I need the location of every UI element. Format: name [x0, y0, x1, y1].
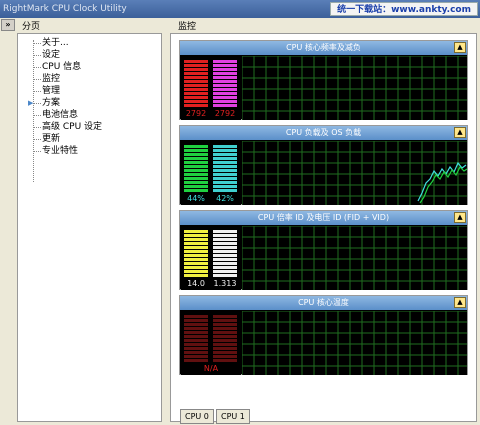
graph-frequency — [242, 56, 467, 120]
monitor-temperature-title: CPU 核心温度 — [298, 298, 349, 307]
monitor-panel: CPU 核心频率及减负 ▲ 2792 2792 CPU 负载及 OS 负载 ▲ … — [170, 33, 477, 424]
tree-item-profiles-label: 方案 — [42, 98, 61, 108]
window-title: RightMark CPU Clock Utility — [3, 4, 127, 14]
monitor-temperature: CPU 核心温度 ▲ N/A — [179, 295, 468, 375]
monitor-load-title: CPU 负载及 OS 负载 — [285, 128, 362, 137]
monitor-fid-vid-header: CPU 倍率 ID 及电压 ID (FID + VID) ▲ — [180, 211, 467, 225]
tree-item-pro-features[interactable]: 专业特性 — [33, 145, 78, 157]
tree-item-battery[interactable]: 电池信息 — [33, 109, 78, 121]
vid-value: 1.313 — [213, 279, 237, 288]
tab-cpu-1[interactable]: CPU 1 — [216, 409, 250, 424]
tab-cpu-0[interactable]: CPU 0 — [180, 409, 214, 424]
meter-temperature: N/A — [181, 311, 241, 375]
tree-item-about[interactable]: 关于... — [34, 37, 69, 49]
core-freq-a-value: 2792 — [185, 109, 207, 118]
core-freq-b-value: 2792 — [214, 109, 236, 118]
bar-temp-b — [213, 315, 237, 363]
tree-item-profiles[interactable]: ▶ 方案 — [28, 97, 61, 109]
tree-item-advanced-cpu[interactable]: 高级 CPU 设定 — [33, 121, 102, 133]
collapse-icon[interactable]: ▲ — [454, 297, 466, 308]
graph-temperature — [242, 311, 467, 375]
temperature-value: N/A — [203, 364, 219, 373]
os-load-value: 42% — [216, 194, 234, 203]
tree-item-manage[interactable]: 管理 — [33, 85, 60, 97]
meter-load: 44% 42% — [181, 141, 241, 205]
meter-frequency: 2792 2792 — [181, 56, 241, 120]
collapse-icon[interactable]: ▲ — [454, 212, 466, 223]
collapse-icon[interactable]: ▲ — [454, 42, 466, 53]
expand-arrow-icon[interactable]: ▶ — [28, 97, 33, 109]
bar-fid — [184, 230, 208, 278]
monitor-temperature-header: CPU 核心温度 ▲ — [180, 296, 467, 310]
pages-heading: 分页 — [22, 22, 41, 32]
tree-item-monitor[interactable]: 监控 — [33, 73, 60, 85]
collapse-panel-button[interactable]: » — [1, 19, 15, 31]
cpu-load-value: 44% — [187, 194, 205, 203]
bar-os-load — [213, 145, 237, 193]
meter-fid-vid: 14.0 1.313 — [181, 226, 241, 290]
monitor-load: CPU 负载及 OS 负载 ▲ 44% 42% — [179, 125, 468, 205]
bar-vid — [213, 230, 237, 278]
tree-item-cpu-info[interactable]: CPU 信息 — [33, 61, 81, 73]
graph-load — [242, 141, 467, 205]
monitor-load-header: CPU 负载及 OS 负载 ▲ — [180, 126, 467, 140]
collapse-icon[interactable]: ▲ — [454, 127, 466, 138]
graph-fid-vid — [242, 226, 467, 290]
monitor-frequency-header: CPU 核心频率及减负 ▲ — [180, 41, 467, 55]
monitor-frequency: CPU 核心频率及减负 ▲ 2792 2792 — [179, 40, 468, 120]
tree-item-settings[interactable]: 设定 — [33, 49, 60, 61]
title-bar: RightMark CPU Clock Utility 统一下载站：www.an… — [0, 0, 480, 18]
monitor-fid-vid: CPU 倍率 ID 及电压 ID (FID + VID) ▲ 14.0 1.31… — [179, 210, 468, 290]
monitor-frequency-title: CPU 核心频率及减负 — [286, 43, 361, 52]
bar-cpu-load — [184, 145, 208, 193]
bar-temp-a — [184, 315, 208, 363]
tree-item-update[interactable]: 更新 — [33, 133, 60, 145]
monitor-heading: 监控 — [178, 22, 197, 32]
watermark-banner: 统一下载站：www.ankty.com — [330, 2, 478, 16]
bar-core-freq-b — [213, 60, 237, 108]
client-area: » 分页 关于... 设定 CPU 信息 监控 管理 ▶ 方案 电池信息 高级 … — [0, 18, 480, 425]
page-tree[interactable]: 关于... 设定 CPU 信息 监控 管理 ▶ 方案 电池信息 高级 CPU 设… — [17, 33, 162, 422]
tree-guide-line — [33, 40, 34, 182]
monitor-fid-vid-title: CPU 倍率 ID 及电压 ID (FID + VID) — [257, 213, 390, 222]
bar-core-freq-a — [184, 60, 208, 108]
fid-value: 14.0 — [187, 279, 205, 288]
